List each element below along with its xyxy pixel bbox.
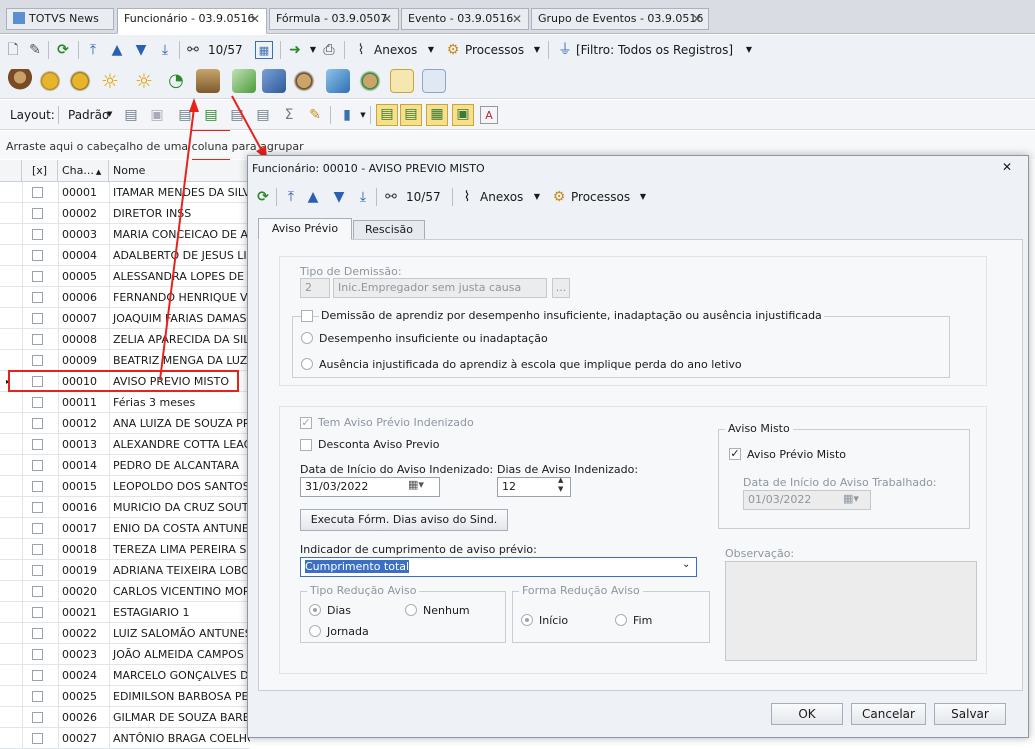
paperclip-icon: ⌇ xyxy=(463,189,471,205)
forma-reducao-title: Forma Redução Aviso xyxy=(519,584,643,597)
close-icon[interactable]: ✕ xyxy=(1002,160,1012,174)
tipo-demissao-label: Tipo de Demissão: xyxy=(300,265,402,278)
record-counter: 10/57 xyxy=(406,190,441,204)
aprendiz-opt2-radio[interactable] xyxy=(301,358,313,370)
dialog-titlebar: Funcionário: 00010 - AVISO PREVIO MISTO … xyxy=(248,156,1028,180)
aviso-misto-group: Aviso Misto ✓ Aviso Prévio Misto Data de… xyxy=(718,422,970,529)
data-inicio-label: Data de Início do Aviso Indenizado: xyxy=(300,463,494,476)
processos-menu[interactable]: Processos xyxy=(571,188,630,206)
refresh-icon[interactable]: ⟳ xyxy=(254,188,272,206)
aviso-indenizado-panel: ✓ Tem Aviso Prévio Indenizado Desconta A… xyxy=(279,406,987,674)
dias-label: Dias de Aviso Indenizado: xyxy=(497,463,639,476)
chevron-down-icon[interactable]: ▼ xyxy=(634,188,652,206)
calendar-icon: ▦▾ xyxy=(843,492,859,505)
ok-button[interactable]: OK xyxy=(771,703,843,725)
indicador-label: Indicador de cumprimento de aviso prévio… xyxy=(300,543,537,556)
desconta-checkbox[interactable] xyxy=(300,439,312,451)
separator xyxy=(452,188,453,206)
tipo-demissao-desc: Inic.Empregador sem justa causa xyxy=(333,278,547,298)
observacao-field xyxy=(725,561,977,661)
observacao-label: Observação: xyxy=(725,547,795,560)
spinner-icon[interactable]: ▲ ▼ xyxy=(558,476,563,494)
tipo-demissao-panel: Tipo de Demissão: 2 Inic.Empregador sem … xyxy=(279,256,987,386)
reducao-jornada-radio xyxy=(309,625,321,637)
desconta-label: Desconta Aviso Previo xyxy=(318,438,440,451)
reducao-nenhum-radio xyxy=(405,604,417,616)
tipo-demissao-lookup-button: ... xyxy=(552,278,570,298)
tem-aviso-label: Tem Aviso Prévio Indenizado xyxy=(318,416,474,429)
aviso-misto-checkbox[interactable]: ✓ xyxy=(729,448,741,460)
employee-dialog: Funcionário: 00010 - AVISO PREVIO MISTO … xyxy=(247,155,1029,738)
forma-fim-radio xyxy=(615,614,627,626)
last-record-icon[interactable]: ⤓ xyxy=(354,188,372,206)
tipo-demissao-code: 2 xyxy=(300,278,330,298)
aprendiz-group: Demissão de aprendiz por desempenho insu… xyxy=(292,309,950,378)
previous-record-icon[interactable]: ▲ xyxy=(304,188,322,206)
tab-content: Tipo de Demissão: 2 Inic.Empregador sem … xyxy=(258,239,1023,691)
calendar-icon[interactable]: ▦▾ xyxy=(408,478,424,491)
chevron-down-icon[interactable]: ▼ xyxy=(528,188,546,206)
tipo-reducao-title: Tipo Redução Aviso xyxy=(307,584,420,597)
reducao-dias-radio xyxy=(309,604,321,616)
tem-aviso-checkbox: ✓ xyxy=(300,416,312,429)
separator xyxy=(376,188,377,206)
chevron-down-icon[interactable]: ⌄ xyxy=(682,559,690,570)
tab-aviso-previo[interactable]: Aviso Prévio xyxy=(258,218,352,240)
tipo-reducao-group: Tipo Redução Aviso Dias Nenhum Jornada xyxy=(300,584,506,643)
forma-inicio-radio xyxy=(521,614,533,626)
aprendiz-opt1-radio[interactable] xyxy=(301,332,313,344)
aviso-trabalhado-label: Data de Início do Aviso Trabalhado: xyxy=(743,476,937,489)
binoculars-icon[interactable]: ⚯ xyxy=(382,188,400,206)
forma-inicio-label: Início xyxy=(539,614,569,627)
forma-reducao-group: Forma Redução Aviso Início Fim xyxy=(512,584,710,643)
aprendiz-checkbox[interactable] xyxy=(301,310,313,322)
cancel-button[interactable]: Cancelar xyxy=(851,703,926,725)
indicador-select[interactable]: Cumprimento total xyxy=(300,557,697,577)
aviso-misto-title: Aviso Misto xyxy=(725,422,793,435)
gears-icon: ⚙ xyxy=(552,189,566,205)
dialog-title: Funcionário: 00010 - AVISO PREVIO MISTO xyxy=(252,162,485,175)
tab-rescisao[interactable]: Rescisão xyxy=(353,220,425,240)
aviso-misto-label: Aviso Prévio Misto xyxy=(747,448,847,461)
executa-formula-button[interactable]: Executa Fórm. Dias aviso do Sind. xyxy=(300,509,508,531)
reducao-jornada-label: Jornada xyxy=(327,625,369,638)
save-button[interactable]: Salvar xyxy=(934,703,1006,725)
separator xyxy=(276,188,277,206)
dialog-toolbar: ⟳ ⤒ ▲ ▼ ⤓ ⚯ 10/57 ⌇ Anexos ▼ ⚙ Processos… xyxy=(248,184,1028,212)
next-record-icon[interactable]: ▼ xyxy=(330,188,348,206)
reducao-dias-label: Dias xyxy=(327,604,351,617)
forma-fim-label: Fim xyxy=(633,614,653,627)
first-record-icon[interactable]: ⤒ xyxy=(282,188,300,206)
anexos-menu[interactable]: Anexos xyxy=(480,188,523,206)
aprendiz-opt1-label: Desempenho insuficiente ou inadaptação xyxy=(319,332,548,345)
reducao-nenhum-label: Nenhum xyxy=(423,604,470,617)
aprendiz-label: Demissão de aprendiz por desempenho insu… xyxy=(319,309,824,322)
aprendiz-opt2-label: Ausência injustificada do aprendiz à esc… xyxy=(319,358,742,371)
